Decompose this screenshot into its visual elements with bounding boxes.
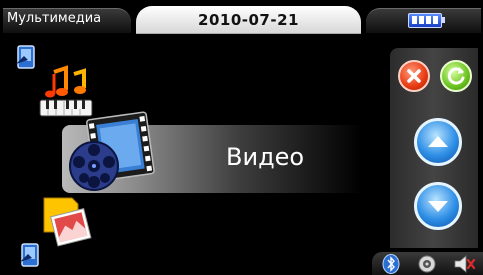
selected-item-label: Видео bbox=[226, 143, 305, 171]
arrow-up-icon bbox=[428, 136, 448, 147]
scroll-up-button[interactable] bbox=[414, 118, 462, 166]
app-title: Мультимедиа bbox=[7, 11, 102, 26]
scroll-down-button[interactable] bbox=[414, 182, 462, 230]
close-button[interactable] bbox=[398, 60, 430, 92]
date-display: 2010-07-21 bbox=[198, 11, 299, 29]
speaker-icon[interactable] bbox=[416, 254, 438, 274]
volume-icon[interactable] bbox=[452, 254, 476, 274]
video-icon[interactable] bbox=[66, 104, 162, 200]
bluetooth-icon[interactable] bbox=[382, 254, 400, 274]
refresh-icon bbox=[447, 67, 465, 85]
multimedia-screen: Мультимедиа 2010-07-21 Видео bbox=[0, 0, 483, 275]
photo-icon[interactable] bbox=[38, 194, 96, 248]
refresh-button[interactable] bbox=[440, 60, 472, 92]
status-bar: Мультимедиа 2010-07-21 bbox=[0, 0, 483, 34]
battery-icon bbox=[408, 13, 445, 28]
arrow-down-icon bbox=[428, 201, 448, 212]
close-icon bbox=[407, 69, 421, 83]
